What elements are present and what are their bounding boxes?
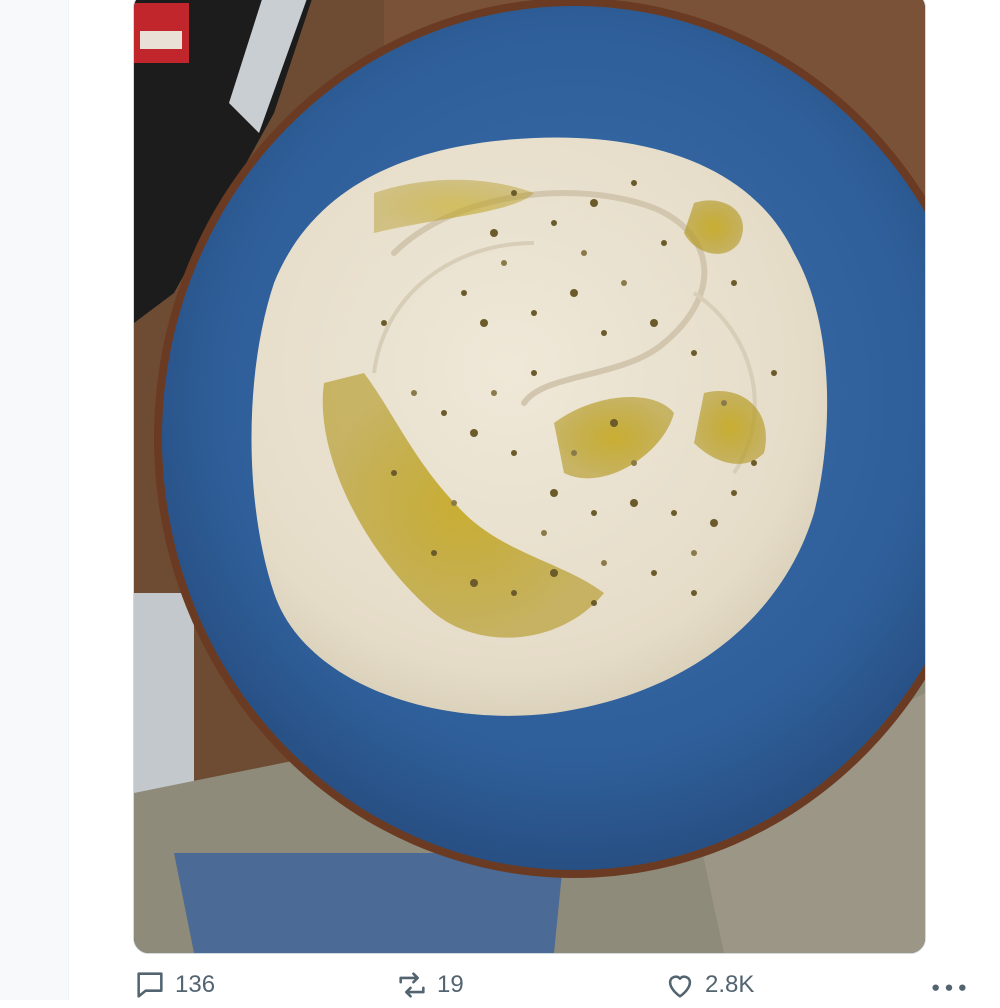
more-options-button[interactable] [929, 968, 969, 1002]
more-icon [932, 984, 966, 991]
like-count: 2.8K [705, 971, 755, 998]
left-sidebar-gutter [0, 0, 69, 1000]
hummus-plate-photo [134, 0, 925, 953]
like-button[interactable]: 2.8K [663, 968, 754, 1002]
reply-button[interactable]: 136 [133, 968, 215, 1002]
retweet-count: 19 [437, 971, 464, 998]
reply-icon [137, 972, 163, 998]
right-gutter [930, 0, 1000, 1000]
retweet-button[interactable]: 19 [395, 968, 464, 1002]
reply-count: 136 [175, 971, 216, 998]
tweet-photo[interactable] [133, 0, 926, 954]
heart-icon [668, 975, 692, 998]
retweet-icon [399, 972, 425, 998]
tweet-action-bar: 136 19 2.8K [133, 968, 973, 1008]
